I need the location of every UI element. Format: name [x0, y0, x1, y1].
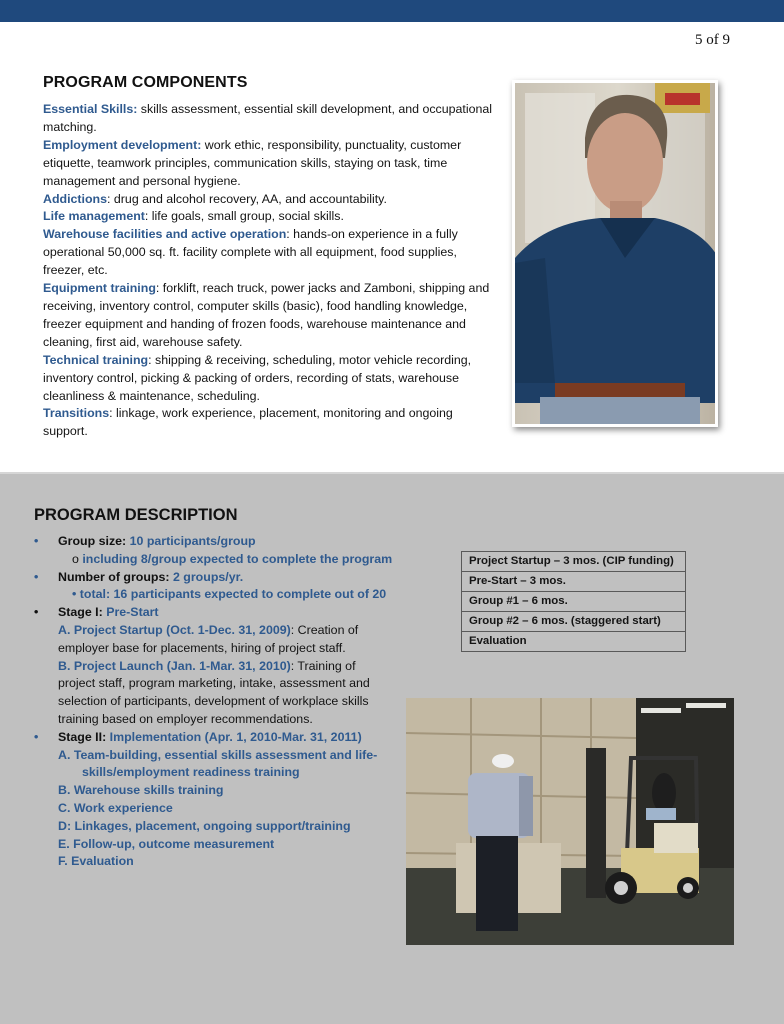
stage-2-step: D: Linkages, placement, ongoing support/… — [58, 818, 351, 833]
dot-bullet-icon: • — [72, 587, 77, 602]
table-cell: Evaluation — [461, 631, 686, 652]
list-item-stage-2: • Stage II: Implementation (Apr. 1, 2010… — [34, 729, 394, 871]
stage-2-step: A. Team-building, essential skills asses… — [58, 747, 378, 780]
stage-2-step: B. Warehouse skills training — [58, 783, 224, 798]
program-description-section: PROGRAM DESCRIPTION • Group size: 10 par… — [34, 506, 394, 871]
component-item: Addictions: drug and alcohol recovery, A… — [43, 191, 387, 206]
stage-1-item-b: B. Project Launch (Jan. 1-Mar. 31, 2010)… — [58, 658, 370, 726]
man-photo-illustration — [515, 83, 715, 424]
bullet-icon: • — [34, 605, 39, 620]
program-components-body: Essential Skills: skills assessment, ess… — [43, 101, 493, 441]
component-item: Essential Skills: skills assessment, ess… — [43, 102, 493, 134]
sub-item-total: • total: 16 participants expected to com… — [72, 587, 387, 602]
forklift-photo-illustration — [406, 698, 734, 945]
page-number: 5 of 9 — [695, 32, 730, 48]
stage-2-step: E. Follow-up, outcome measurement — [58, 836, 275, 851]
component-item: Transitions: linkage, work experience, p… — [43, 406, 453, 439]
bullet-icon: • — [34, 569, 39, 584]
sub-item-completion: o including 8/group expected to complete… — [72, 551, 393, 566]
header-bar — [0, 0, 784, 22]
table-row: Pre-Start – 3 mos. — [461, 571, 686, 592]
circle-bullet-icon: o — [72, 551, 79, 566]
stage-2-step: F. Evaluation — [58, 854, 134, 869]
list-item-number-of-groups: • Number of groups: 2 groups/yr. • total… — [34, 569, 394, 605]
program-description-list: • Group size: 10 participants/group o in… — [34, 533, 394, 871]
stage-1-item-a: A. Project Startup (Oct. 1-Dec. 31, 2009… — [58, 622, 359, 655]
program-description-title: PROGRAM DESCRIPTION — [34, 506, 238, 524]
warehouse-forklift-photo — [406, 698, 734, 945]
component-item: Employment development: work ethic, resp… — [43, 137, 462, 188]
bullet-icon: • — [34, 534, 39, 548]
stage-2-steps: A. Team-building, essential skills asses… — [58, 747, 394, 872]
component-item: Equipment training: forklift, reach truc… — [43, 281, 490, 349]
program-components-title: PROGRAM COMPONENTS — [43, 74, 248, 91]
component-item: Warehouse facilities and active operatio… — [43, 227, 458, 278]
bullet-icon: • — [34, 729, 39, 744]
table-cell: Project Startup – 3 mos. (CIP funding) — [461, 551, 686, 572]
man-in-blue-shirt-photo — [512, 80, 718, 427]
list-item-stage-1: • Stage I: Pre-Start A. Project Startup … — [34, 604, 394, 729]
program-components-section: PROGRAM COMPONENTS Essential Skills: ski… — [43, 74, 493, 441]
stage-2-step: C. Work experience — [58, 800, 173, 815]
table-row: Evaluation — [461, 631, 686, 652]
table-row: Group #1 – 6 mos. — [461, 591, 686, 612]
table-row: Group #2 – 6 mos. (staggered start) — [461, 611, 686, 632]
table-row: Project Startup – 3 mos. (CIP funding) — [461, 551, 686, 572]
list-item-group-size: • Group size: 10 participants/group o in… — [34, 533, 394, 569]
table-cell: Group #1 – 6 mos. — [461, 591, 686, 612]
component-item: Technical training: shipping & receiving… — [43, 352, 472, 403]
table-cell: Pre-Start – 3 mos. — [461, 571, 686, 592]
table-cell: Group #2 – 6 mos. (staggered start) — [461, 611, 686, 632]
component-item: Life management: life goals, small group… — [43, 209, 344, 224]
timeline-table: Project Startup – 3 mos. (CIP funding) P… — [461, 551, 686, 652]
